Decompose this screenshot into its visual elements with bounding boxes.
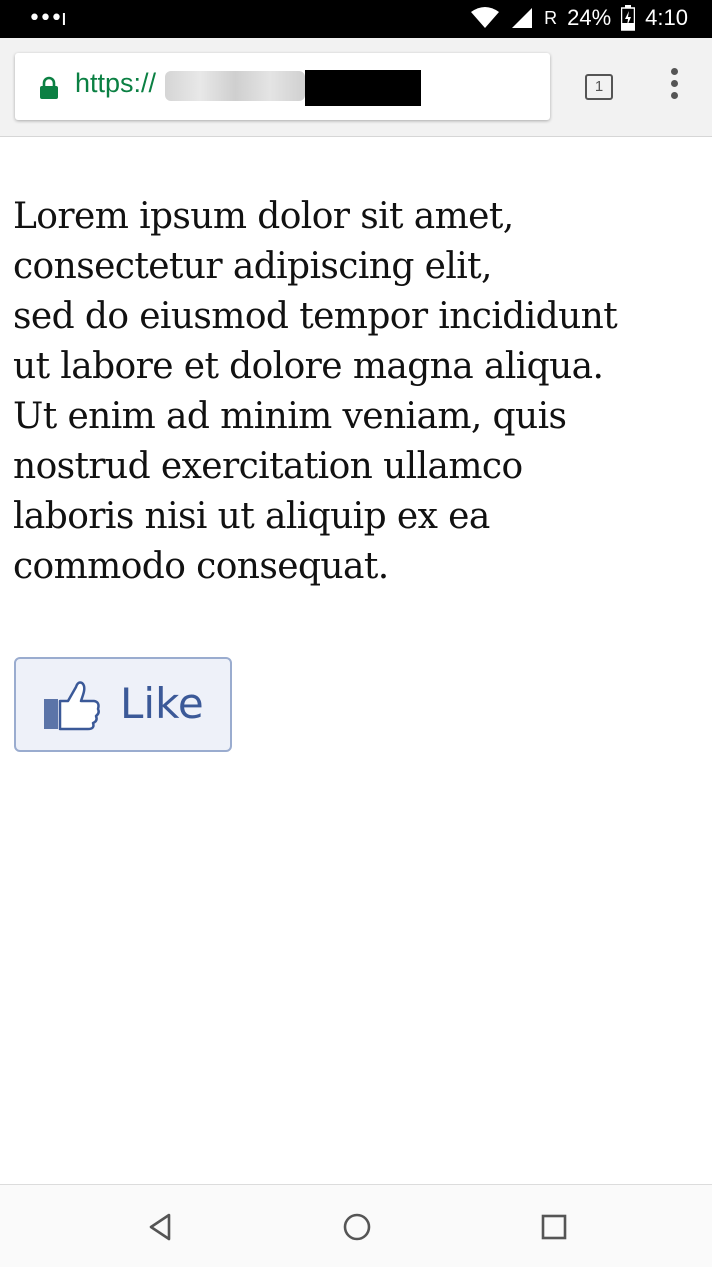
page-content: Lorem ipsum dolor sit amet, consectetur … <box>13 192 708 592</box>
battery-percent: 24% <box>567 5 612 30</box>
signal-icon <box>510 6 534 30</box>
thumbs-up-icon <box>42 679 104 735</box>
tab-switcher-button[interactable]: 1 <box>585 74 613 100</box>
browser-toolbar: https:// 1 <box>0 38 712 137</box>
body-paragraph: Lorem ipsum dolor sit amet, consectetur … <box>13 196 618 587</box>
blurred-domain <box>165 71 305 101</box>
address-bar[interactable]: https:// <box>15 53 550 120</box>
redacted-url <box>305 70 421 106</box>
overflow-menu-icon[interactable] <box>662 68 686 108</box>
like-button[interactable]: Like <box>14 657 232 752</box>
notification-dots: •••ı <box>28 6 67 31</box>
clock: 4:10 <box>645 5 688 30</box>
navigation-bar <box>0 1184 712 1267</box>
url-scheme: https:// <box>75 68 157 98</box>
lock-icon <box>39 76 59 104</box>
status-bar: •••ı R 24% 4:10 <box>0 0 712 38</box>
recents-icon[interactable] <box>536 1209 572 1245</box>
like-label: Like <box>120 679 204 728</box>
back-icon[interactable] <box>142 1209 178 1245</box>
battery-charging-icon <box>621 5 636 31</box>
status-icons: R 24% 4:10 <box>470 5 688 31</box>
tab-count: 1 <box>594 78 604 95</box>
home-icon[interactable] <box>339 1209 375 1245</box>
wifi-icon <box>470 6 500 30</box>
roaming-indicator: R <box>544 7 558 28</box>
